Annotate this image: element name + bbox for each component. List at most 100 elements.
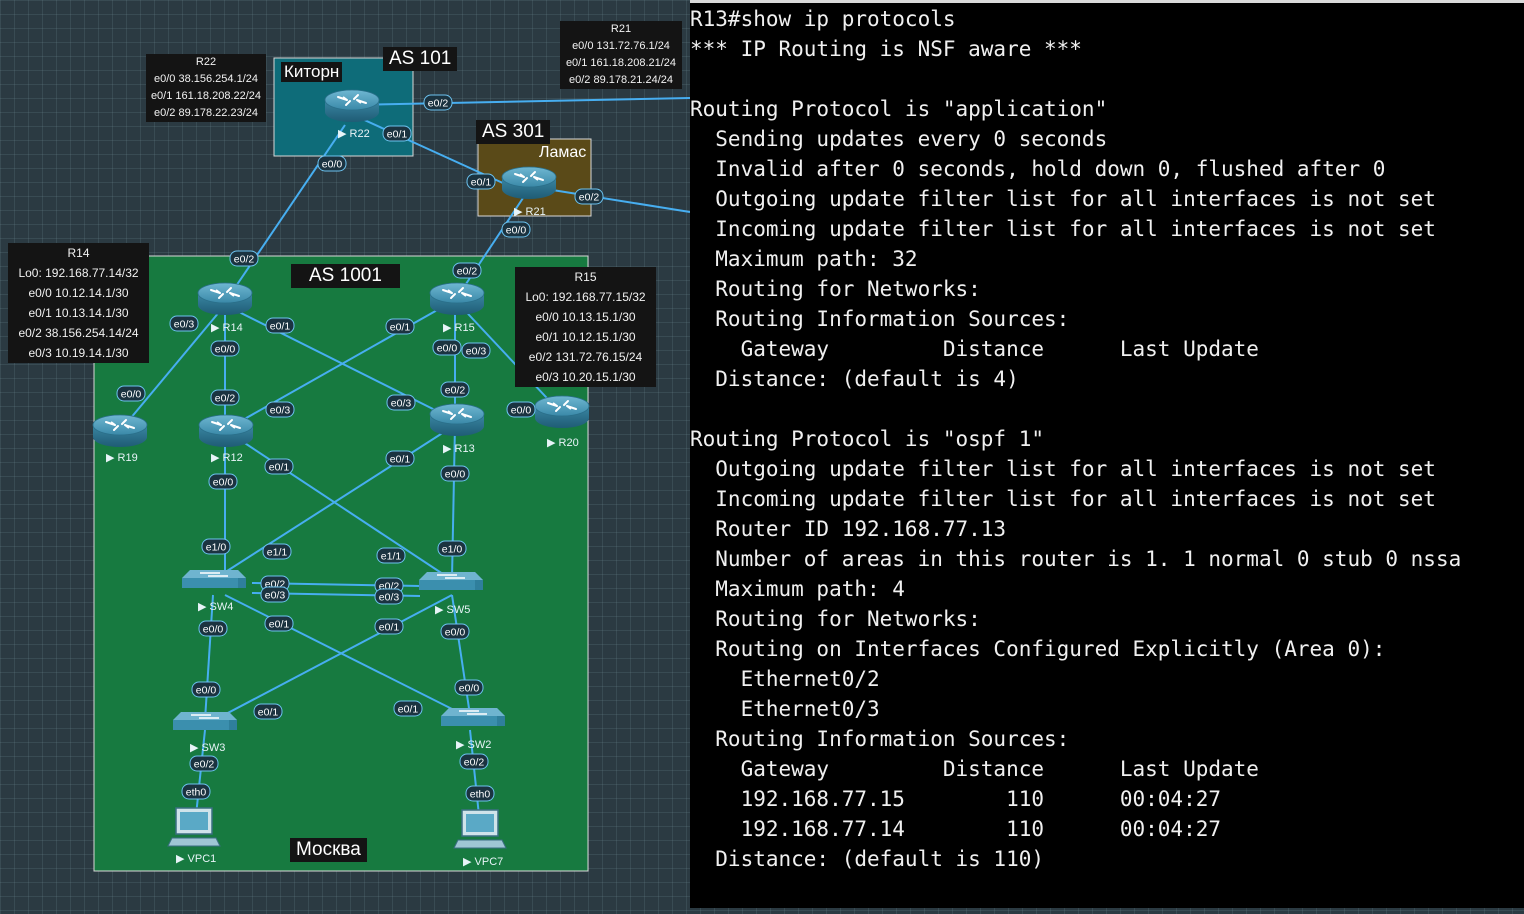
router-r13[interactable] [429, 403, 485, 437]
port-r20-e00: e0/0 [506, 401, 536, 418]
node-label-r20: ▶ R20 [547, 437, 579, 449]
terminal-line: 192.168.77.15 110 00:04:27 [690, 787, 1222, 811]
info-box-r14: R14 Lo0: 192.168.77.14/32 e0/0 10.12.14.… [8, 243, 149, 363]
switch-sw3[interactable] [172, 711, 238, 731]
svg-text:e0/1: e0/1 [387, 129, 408, 141]
svg-text:e0/1: e0/1 [269, 462, 290, 474]
terminal-line: Routing Protocol is "application" [690, 97, 1108, 121]
port-r12-e01: e0/1 [264, 458, 294, 475]
pc-vpc1[interactable] [167, 807, 221, 847]
node-label-sw4: ▶ SW4 [198, 601, 233, 613]
svg-text:e1/1: e1/1 [267, 547, 288, 559]
topology-canvas[interactable]: ▶ R22 ▶ R21 ▶ R14 ▶ R15 ▶ R19 ▶ R12 ▶ R1… [0, 0, 690, 914]
as301-sublabel: Ламас [539, 144, 587, 161]
info-line: Lo0: 192.168.77.15/32 [525, 290, 646, 304]
terminal-line: Outgoing update filter list for all inte… [690, 187, 1436, 211]
info-line: R21 [610, 23, 632, 35]
svg-text:eth0: eth0 [186, 787, 207, 799]
port-r14-e02: e0/2 [229, 250, 259, 267]
port-r21-e00: e0/0 [501, 221, 531, 238]
terminal-line: Distance: (default is 4) [690, 367, 1019, 391]
port-r14-e00: e0/0 [210, 340, 240, 357]
terminal-line: Sending updates every 0 seconds [690, 127, 1108, 151]
svg-text:e0/2: e0/2 [215, 393, 236, 405]
node-label-r19: ▶ R19 [106, 452, 138, 464]
svg-text:e0/3: e0/3 [391, 398, 412, 410]
port-r21-e01: e0/1 [466, 173, 496, 190]
port-sw4-e00: e0/0 [198, 620, 228, 637]
port-r22-e02: e0/2 [423, 94, 453, 111]
svg-text:e0/2: e0/2 [579, 192, 600, 204]
terminal-line: Ethernet0/3 [690, 697, 880, 721]
port-sw3-e02: e0/2 [189, 755, 219, 772]
terminal-line: 192.168.77.14 110 00:04:27 [690, 817, 1222, 841]
router-r14[interactable] [197, 282, 253, 316]
node-label-sw2: ▶ SW2 [456, 739, 491, 751]
port-sw5-e00: e0/0 [440, 623, 470, 640]
svg-text:e1/1: e1/1 [381, 551, 402, 563]
terminal-line: Routing on Interfaces Configured Explici… [690, 637, 1386, 661]
router-r19[interactable] [92, 414, 148, 448]
port-r15-e03: e0/3 [461, 342, 491, 359]
port-r14-e01: e0/1 [265, 317, 295, 334]
node-label-sw5: ▶ SW5 [435, 604, 470, 616]
switch-sw5[interactable] [418, 571, 484, 591]
port-r12-e02: e0/2 [210, 389, 240, 406]
terminal-console[interactable]: R13#show ip protocols *** IP Routing is N… [690, 3, 1524, 908]
info-line: e0/3 10.19.14.1/30 [28, 346, 129, 360]
port-sw2-e01: e0/1 [393, 700, 423, 717]
info-line: e0/2 131.72.76.15/24 [528, 350, 643, 364]
info-line: e0/2 38.156.254.14/24 [18, 326, 139, 340]
svg-text:e0/1: e0/1 [258, 707, 279, 719]
terminal-line: Invalid after 0 seconds, hold down 0, fl… [690, 157, 1386, 181]
as1001-zone [93, 255, 589, 872]
svg-text:e0/1: e0/1 [269, 619, 290, 631]
svg-text:e0/0: e0/0 [215, 344, 236, 356]
port-sw4-e11: e1/1 [262, 543, 292, 560]
info-line: e0/0 38.156.254.1/24 [154, 73, 258, 85]
svg-text:e0/0: e0/0 [459, 683, 480, 695]
terminal-line: Gateway Distance Last Update [690, 337, 1259, 361]
as1001-label: AS 1001 [291, 264, 400, 288]
port-r14-e03: e0/3 [169, 315, 199, 332]
switch-sw4[interactable] [181, 569, 247, 589]
svg-text:e0/0: e0/0 [196, 685, 217, 697]
router-r20[interactable] [534, 395, 590, 429]
info-line: e0/1 161.18.208.22/24 [150, 90, 262, 102]
node-label-vpc7: ▶ VPC7 [463, 856, 503, 868]
info-line: e0/2 89.178.21.24/24 [569, 74, 673, 86]
svg-text:e0/1: e0/1 [398, 704, 419, 716]
port-sw4-e01: e0/1 [264, 615, 294, 632]
terminal-line: Distance: (default is 110) [690, 847, 1045, 871]
port-r15-e00: e0/0 [432, 339, 462, 356]
node-label-r14: ▶ R14 [211, 322, 243, 334]
terminal-line: Routing for Networks: [690, 277, 981, 301]
port-r13-e02: e0/2 [440, 381, 470, 398]
pc-vpc7[interactable] [453, 809, 507, 849]
router-r22[interactable] [324, 89, 380, 123]
svg-text:e1/0: e1/0 [442, 544, 463, 556]
router-r21[interactable] [501, 166, 557, 200]
port-sw3-e00: e0/0 [191, 681, 221, 698]
port-sw5-e01: e0/1 [374, 618, 404, 635]
terminal-line: Incoming update filter list for all inte… [690, 217, 1436, 241]
router-r15[interactable] [429, 282, 485, 316]
info-line: e0/0 10.13.15.1/30 [535, 310, 636, 324]
port-sw3-e01: e0/1 [253, 703, 283, 720]
port-sw2-e02: e0/2 [459, 753, 489, 770]
port-sw5-e10: e1/0 [437, 540, 467, 557]
port-r12-e00: e0/0 [208, 473, 238, 490]
svg-text:e0/2: e0/2 [194, 759, 215, 771]
info-line: R14 [67, 246, 90, 260]
router-r12[interactable] [198, 414, 254, 448]
svg-text:e0/1: e0/1 [390, 454, 411, 466]
switch-sw2[interactable] [440, 707, 506, 727]
info-line: R15 [574, 270, 597, 284]
node-label-vpc1: ▶ VPC1 [176, 853, 216, 865]
svg-text:e0/2: e0/2 [464, 757, 485, 769]
as101-label: AS 101 [383, 47, 458, 71]
port-sw4-e03: e0/3 [260, 586, 290, 603]
as101-sublabel: Киторн [281, 62, 343, 82]
svg-text:e0/0: e0/0 [445, 627, 466, 639]
port-r15-e02: e0/2 [452, 262, 482, 279]
